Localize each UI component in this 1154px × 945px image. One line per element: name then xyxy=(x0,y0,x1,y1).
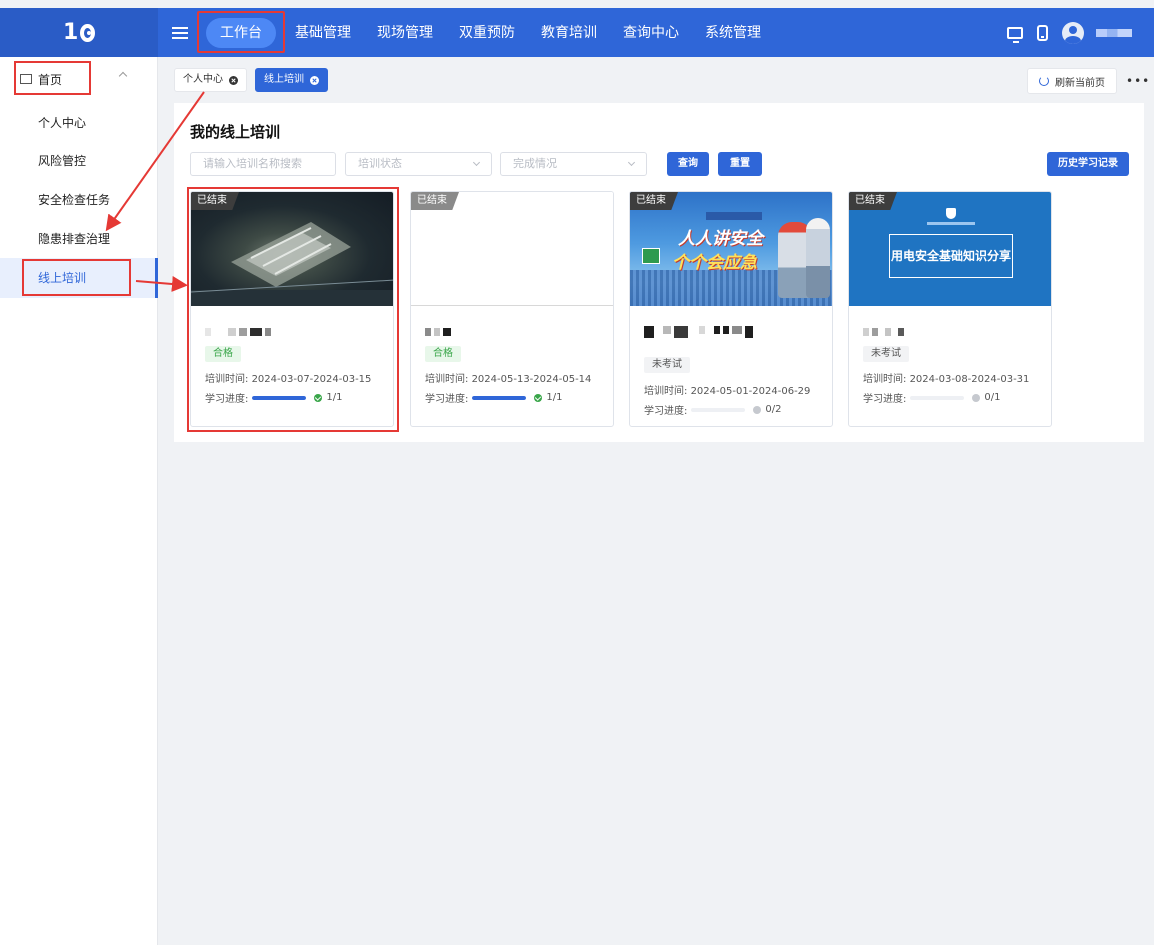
mobile-icon[interactable] xyxy=(1037,24,1048,41)
sidebar-item-personal-center[interactable]: 个人中心 xyxy=(0,103,158,143)
training-time-label: 培训时间: xyxy=(644,386,688,397)
shield-icon xyxy=(946,208,956,219)
annotation-box-first-card xyxy=(187,187,399,432)
progress-count: 0/1 xyxy=(984,392,1001,403)
card-thumbnail-safety-poster: 人人讲安全 个个会应急 已结束 xyxy=(630,192,832,306)
card-title-redacted xyxy=(863,328,907,336)
sidebar: 首页 个人中心 风险管控 安全检查任务 隐患排查治理 线上培训 xyxy=(0,57,158,945)
menu-toggle-icon[interactable] xyxy=(172,24,188,40)
top-navbar: 1 工作台 基础管理 现场管理 双重预防 教育培训 查询中心 系统管理 xyxy=(0,8,1154,57)
nav-item-basic-management[interactable]: 基础管理 xyxy=(284,18,362,48)
completion-placeholder: 完成情况 xyxy=(513,157,557,170)
chevron-down-icon xyxy=(627,158,636,167)
main-nav: 工作台 基础管理 现场管理 双重预防 教育培训 查询中心 系统管理 xyxy=(200,8,776,57)
training-card[interactable]: 人人讲安全 个个会应急 已结束 未考试 培训时间: 2024-05-01-202… xyxy=(629,191,833,427)
sidebar-item-hazard-investigation[interactable]: 隐患排查治理 xyxy=(0,219,158,259)
training-time: 培训时间: 2024-05-01-2024-06-29 xyxy=(644,382,810,397)
poster-slogan-2: 个个会应急 xyxy=(672,253,757,273)
exam-status-badge: 合格 xyxy=(425,346,461,362)
card-title-redacted xyxy=(644,326,756,338)
card-thumbnail-blank: 已结束 xyxy=(411,192,613,306)
training-time-label: 培训时间: xyxy=(863,374,907,385)
exam-status-badge: 未考试 xyxy=(644,357,690,373)
close-icon[interactable] xyxy=(229,75,238,85)
training-card[interactable]: 已结束 合格 培训时间: 2024-05-13-2024-05-14 学习进度:… xyxy=(410,191,614,427)
progress-bar xyxy=(691,407,746,412)
pending-circle-icon xyxy=(753,405,762,414)
avatar[interactable] xyxy=(1062,21,1084,44)
tab-bar: 个人中心 线上培训 xyxy=(174,68,336,92)
training-time-value: 2024-05-01-2024-06-29 xyxy=(690,386,811,397)
chevron-down-icon xyxy=(472,158,481,167)
more-icon[interactable]: ••• xyxy=(1126,74,1150,88)
thumbnail-heading: 用电安全基础知识分享 xyxy=(890,249,1011,263)
logo: 1 xyxy=(0,8,158,57)
progress-bar xyxy=(910,395,965,400)
history-records-button[interactable]: 历史学习记录 xyxy=(1047,152,1129,176)
username-redacted[interactable] xyxy=(1096,28,1132,37)
exam-status-badge: 未考试 xyxy=(863,346,909,362)
close-icon[interactable] xyxy=(310,75,319,85)
search-placeholder: 请输入培训名称搜索 xyxy=(203,157,302,170)
sidebar-item-safety-inspection[interactable]: 安全检查任务 xyxy=(0,180,158,220)
top-right-icons xyxy=(993,8,1132,57)
search-input[interactable]: 请输入培训名称搜索 xyxy=(190,152,336,176)
training-card[interactable]: 用电安全基础知识分享 已结束 未考试 培训时间: 2024-03-08-2024… xyxy=(848,191,1052,427)
nav-item-education-training[interactable]: 教育培训 xyxy=(530,18,608,48)
training-time-label: 培训时间: xyxy=(425,374,469,385)
refresh-icon xyxy=(1039,76,1049,86)
tab-label: 线上培训 xyxy=(264,74,304,85)
nav-item-site-management[interactable]: 现场管理 xyxy=(366,18,444,48)
completion-select[interactable]: 完成情况 xyxy=(500,152,647,176)
pending-circle-icon xyxy=(972,393,981,402)
annotation-box-home xyxy=(14,61,91,95)
refresh-label: 刷新当前页 xyxy=(1055,77,1105,89)
training-time-value: 2024-05-13-2024-05-14 xyxy=(471,374,592,385)
nav-item-query-center[interactable]: 查询中心 xyxy=(612,18,690,48)
annotation-box-online-training xyxy=(22,259,131,296)
training-time: 培训时间: 2024-03-08-2024-03-31 xyxy=(863,370,1029,385)
learning-progress: 学习进度: 1/1 xyxy=(425,390,562,405)
progress-label: 学习进度: xyxy=(425,394,469,405)
nav-item-system-management[interactable]: 系统管理 xyxy=(694,18,772,48)
tab-online-training[interactable]: 线上培训 xyxy=(255,68,328,92)
status-badge: 已结束 xyxy=(849,192,897,210)
tab-personal-center[interactable]: 个人中心 xyxy=(174,68,247,92)
status-placeholder: 培训状态 xyxy=(358,157,402,170)
status-badge: 已结束 xyxy=(411,192,459,210)
card-title-redacted xyxy=(425,328,454,336)
progress-bar xyxy=(472,395,527,400)
annotation-box-workbench xyxy=(197,11,285,53)
status-badge: 已结束 xyxy=(630,192,678,210)
monitor-icon[interactable] xyxy=(1007,26,1023,43)
status-select[interactable]: 培训状态 xyxy=(345,152,492,176)
poster-slogan-1: 人人讲安全 xyxy=(678,229,763,249)
progress-count: 1/1 xyxy=(546,392,563,403)
reset-button[interactable]: 重置 xyxy=(718,152,762,176)
query-button[interactable]: 查询 xyxy=(667,152,709,176)
card-thumbnail-electric-safety: 用电安全基础知识分享 已结束 xyxy=(849,192,1051,306)
sidebar-item-risk-control[interactable]: 风险管控 xyxy=(0,141,158,181)
brand-logo-icon: 1 xyxy=(63,17,95,49)
page-title: 我的线上培训 xyxy=(190,123,281,141)
check-circle-icon xyxy=(534,393,543,402)
training-time: 培训时间: 2024-05-13-2024-05-14 xyxy=(425,370,591,385)
nav-item-dual-prevention[interactable]: 双重预防 xyxy=(448,18,526,48)
learning-progress: 学习进度: 0/1 xyxy=(863,390,1000,405)
progress-count: 0/2 xyxy=(765,404,782,415)
learning-progress: 学习进度: 0/2 xyxy=(644,402,781,417)
progress-label: 学习进度: xyxy=(863,394,907,405)
chevron-up-icon xyxy=(118,71,128,81)
progress-label: 学习进度: xyxy=(644,406,688,417)
tab-label: 个人中心 xyxy=(183,74,223,85)
training-time-value: 2024-03-08-2024-03-31 xyxy=(909,374,1030,385)
refresh-page-button[interactable]: 刷新当前页 xyxy=(1027,68,1117,94)
